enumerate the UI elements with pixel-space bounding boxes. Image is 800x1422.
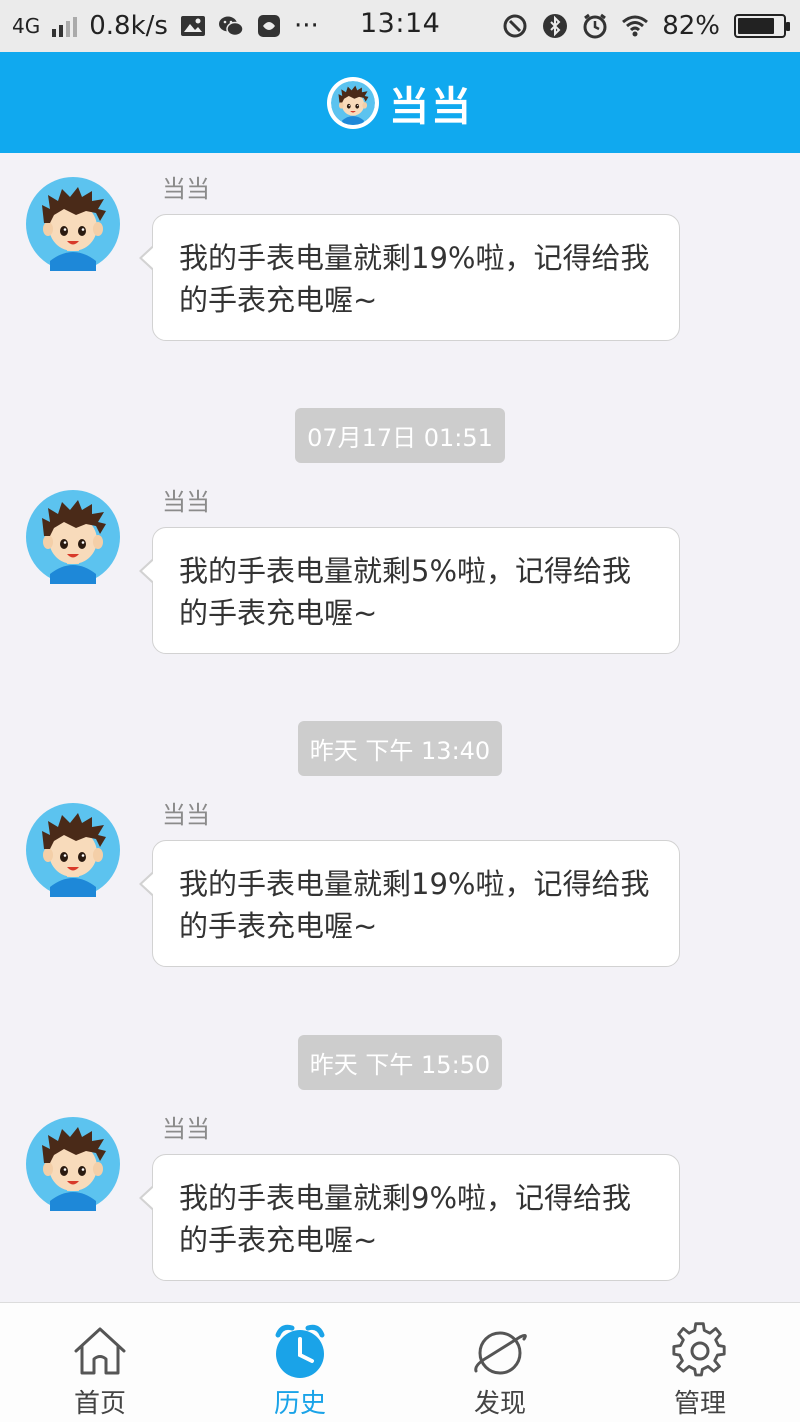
alarm-clock-icon	[275, 1324, 325, 1378]
message-bubble[interactable]: 我的手表电量就剩19%啦，记得给我的手表充电喔~	[139, 214, 680, 341]
avatar[interactable]	[26, 1117, 120, 1211]
page-title: 当当	[389, 83, 473, 130]
message-bubble[interactable]: 我的手表电量就剩5%啦，记得给我的手表充电喔~	[139, 527, 680, 654]
battery-percent: 82%	[662, 11, 720, 41]
app-header: 当当	[0, 52, 800, 153]
tab-discover[interactable]: 发现	[400, 1303, 600, 1422]
message-item: 当当 我的手表电量就剩19%啦，记得给我的手表充电喔~	[0, 153, 800, 341]
sender-name: 当当	[162, 801, 210, 829]
battery-icon	[734, 14, 790, 38]
home-icon	[74, 1327, 126, 1375]
avatar[interactable]	[26, 490, 120, 584]
timestamp: 07月17日 01:51	[0, 408, 800, 463]
app-notification-icon	[257, 15, 280, 37]
sender-name: 当当	[162, 488, 210, 516]
wifi-icon	[622, 15, 649, 37]
network-speed: 0.8k/s	[89, 11, 168, 41]
tab-home[interactable]: 首页	[0, 1303, 200, 1422]
planet-icon	[474, 1331, 527, 1375]
nfc-icon	[503, 14, 527, 38]
message-bubble[interactable]: 我的手表电量就剩19%啦，记得给我的手表充电喔~	[139, 840, 680, 967]
timestamp-text: 昨天 下午 15:50	[297, 1035, 503, 1090]
timestamp-text: 07月17日 01:51	[295, 408, 505, 463]
message-item: 当当 我的手表电量就剩19%啦，记得给我的手表充电喔~	[0, 779, 800, 967]
message-item: 当当 我的手表电量就剩5%啦，记得给我的手表充电喔~	[0, 466, 800, 654]
avatar[interactable]	[26, 177, 120, 271]
more-notifications: ···	[293, 11, 319, 41]
tab-history[interactable]: 历史	[200, 1303, 400, 1422]
tab-label: 管理	[673, 1389, 726, 1419]
tab-manage[interactable]: 管理	[600, 1303, 800, 1422]
alarm-icon	[583, 13, 607, 39]
network-type: 4G	[12, 14, 41, 38]
timestamp: 昨天 下午 15:50	[0, 1035, 800, 1090]
wechat-icon	[218, 16, 244, 37]
clock-time: 13:14	[360, 8, 441, 39]
image-icon	[180, 16, 205, 36]
timestamp: 昨天 下午 13:40	[0, 721, 800, 776]
tab-label: 发现	[473, 1389, 526, 1419]
tab-label: 历史	[273, 1389, 326, 1419]
bluetooth-icon	[543, 14, 568, 38]
message-list[interactable]: 当当 我的手表电量就剩19%啦，记得给我的手表充电喔~ 07月17日 01:51…	[0, 153, 800, 1303]
signal-icon	[52, 15, 78, 37]
timestamp-text: 昨天 下午 13:40	[297, 721, 503, 776]
message-item: 当当 我的手表电量就剩9%啦，记得给我的手表充电喔~	[0, 1093, 800, 1281]
message-bubble[interactable]: 我的手表电量就剩9%啦，记得给我的手表充电喔~	[139, 1154, 680, 1281]
avatar[interactable]	[26, 803, 120, 897]
sender-name: 当当	[162, 175, 210, 203]
avatar[interactable]	[327, 76, 379, 129]
sender-name: 当当	[162, 1115, 210, 1143]
tab-label: 首页	[73, 1389, 126, 1419]
bottom-nav: 首页 历史 发现 管理	[0, 1302, 800, 1422]
status-bar: 4G 0.8k/s ··· 13:14 82%	[0, 0, 800, 52]
gear-icon	[672, 1322, 726, 1377]
